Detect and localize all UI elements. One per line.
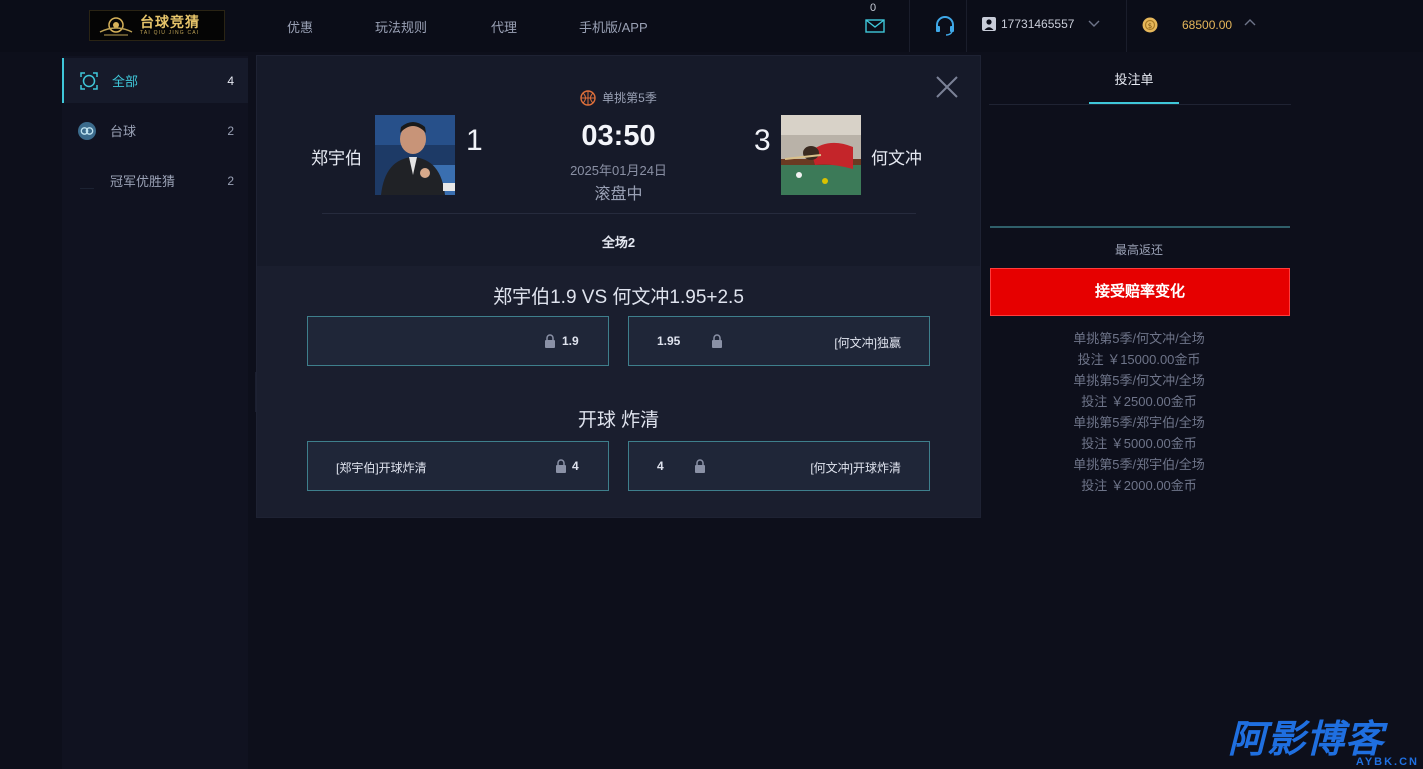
list-item: 单挑第5季/郑宇伯/全场	[1073, 415, 1205, 430]
user-menu[interactable]: 17731465557	[982, 17, 1100, 31]
chevron-up-icon[interactable]	[1244, 18, 1256, 26]
market-title: 开球 炸清	[577, 410, 660, 431]
logo-subtitle: TAI QIU JING CAI	[140, 29, 200, 36]
odds-value: 4	[572, 459, 579, 473]
header-divider	[1126, 0, 1127, 52]
odds-label: [何文冲]独赢	[834, 336, 901, 350]
site-logo[interactable]: 台球竞猜 TAI QIU JING CAI	[89, 10, 225, 41]
username-label: 17731465557	[1001, 17, 1075, 31]
team-right-avatar	[781, 115, 861, 195]
svg-text:$: $	[1148, 22, 1152, 30]
tab-bet-slip[interactable]: 投注单	[1089, 56, 1179, 104]
sidebar-item-count: 2	[227, 123, 234, 138]
odds-value: 1.95	[657, 334, 681, 348]
nav-rules[interactable]: 玩法规则	[375, 17, 427, 36]
divider	[990, 226, 1290, 228]
list-item: 单挑第5季/何文冲/全场	[1073, 331, 1205, 346]
lock-icon	[695, 459, 705, 473]
league-label: 单挑第5季	[257, 89, 980, 106]
match-detail-modal: 单挑第5季 郑宇伯 1 03:50 2025年01月24日 滚盘中 3 何文冲 …	[257, 56, 980, 517]
sidebar-item-count: 4	[227, 73, 234, 88]
bet-history-list: 单挑第5季/何文冲/全场 投注 ￥15000.00金币 单挑第5季/何文冲/全场…	[989, 328, 1289, 496]
sidebar-item-label: 台球	[110, 124, 137, 139]
list-item: 投注 ￥15000.00金币	[1077, 352, 1201, 367]
divider	[989, 104, 1291, 105]
market-title: 郑宇伯1.9 VS 何文冲1.95+2.5	[493, 287, 744, 308]
odds-button-left[interactable]: [郑宇伯]开球炸清 4	[307, 441, 609, 491]
basketball-icon	[580, 89, 596, 106]
list-item: 投注 ￥5000.00金币	[1081, 436, 1197, 451]
sidebar-item-champion[interactable]: 冠军优胜猜 2	[62, 158, 248, 203]
top-header: 台球竞猜 TAI QIU JING CAI 优惠 玩法规则 代理 手机版/APP…	[0, 0, 1423, 52]
chevron-down-icon	[1088, 20, 1100, 27]
match-header: 单挑第5季 郑宇伯 1 03:50 2025年01月24日 滚盘中 3 何文冲 …	[257, 56, 980, 266]
bet-slip-panel: 投注单 最高返还 接受赔率变化 单挑第5季/何文冲/全场 投注 ￥15000.0…	[989, 56, 1291, 516]
league-name: 单挑第5季	[602, 91, 657, 105]
watermark-url: AYBK.CN	[1355, 756, 1419, 768]
tab-full-match[interactable]: 全场2	[257, 232, 980, 251]
user-icon	[982, 17, 996, 31]
sidebar-item-billiards[interactable]: 台球 2	[62, 108, 248, 153]
score-right: 3	[754, 124, 771, 157]
mail-button[interactable]: 0	[864, 2, 886, 42]
mail-icon	[865, 19, 885, 33]
customer-service-button[interactable]	[933, 14, 957, 43]
sidebar-item-count: 2	[227, 173, 234, 188]
odds-label: [郑宇伯]开球炸清	[336, 461, 427, 475]
sidebar-item-label: 全部	[112, 74, 139, 89]
odds-button-right[interactable]: 4 [何文冲]开球炸清	[628, 441, 930, 491]
list-item: 投注 ￥2000.00金币	[1081, 478, 1197, 493]
logo-emblem-icon	[96, 14, 136, 38]
lock-icon	[545, 334, 555, 348]
headset-icon	[936, 16, 954, 36]
lock-icon	[712, 334, 722, 348]
sidebar-item-all[interactable]: 全部 4	[62, 58, 248, 103]
billiard-icon	[78, 122, 96, 140]
max-return-label: 最高返还	[1114, 243, 1163, 257]
accept-odds-change-button[interactable]: 接受赔率变化	[990, 268, 1290, 316]
odds-value: 1.9	[562, 334, 579, 348]
header-divider	[966, 0, 967, 52]
logo-title: 台球竞猜	[140, 13, 200, 30]
watermark-title: 阿影博客	[1228, 719, 1385, 761]
sidebar-item-label: 冠军优胜猜	[110, 174, 176, 189]
odds-label: [何文冲]开球炸清	[810, 461, 901, 475]
nav-agent[interactable]: 代理	[491, 17, 517, 36]
divider	[322, 213, 916, 214]
lock-icon	[556, 459, 566, 473]
coin-icon: $	[1142, 17, 1158, 33]
odds-button-right[interactable]: 1.95 [何文冲]独赢	[628, 316, 930, 366]
list-item: 单挑第5季/何文冲/全场	[1073, 373, 1205, 388]
target-icon	[80, 72, 98, 90]
match-status: 滚盘中	[594, 186, 643, 203]
balance-amount: 68500.00	[1182, 18, 1233, 32]
category-sidebar: 全部 4 台球 2 冠军优胜猜 2	[62, 56, 261, 769]
header-divider	[909, 0, 910, 52]
list-item: 单挑第5季/郑宇伯/全场	[1073, 457, 1205, 472]
nav-promotions[interactable]: 优惠	[287, 17, 313, 36]
watermark: 阿影博客 AYBK.CN	[1228, 720, 1423, 769]
trophy-icon	[80, 188, 94, 189]
mail-count-badge: 0	[870, 2, 877, 14]
team-right-name: 何文冲	[871, 149, 922, 168]
list-item: 投注 ￥2500.00金币	[1081, 394, 1197, 409]
odds-value: 4	[657, 459, 664, 473]
nav-mobile-app[interactable]: 手机版/APP	[579, 17, 648, 36]
odds-button-left[interactable]: 1.9	[307, 316, 609, 366]
